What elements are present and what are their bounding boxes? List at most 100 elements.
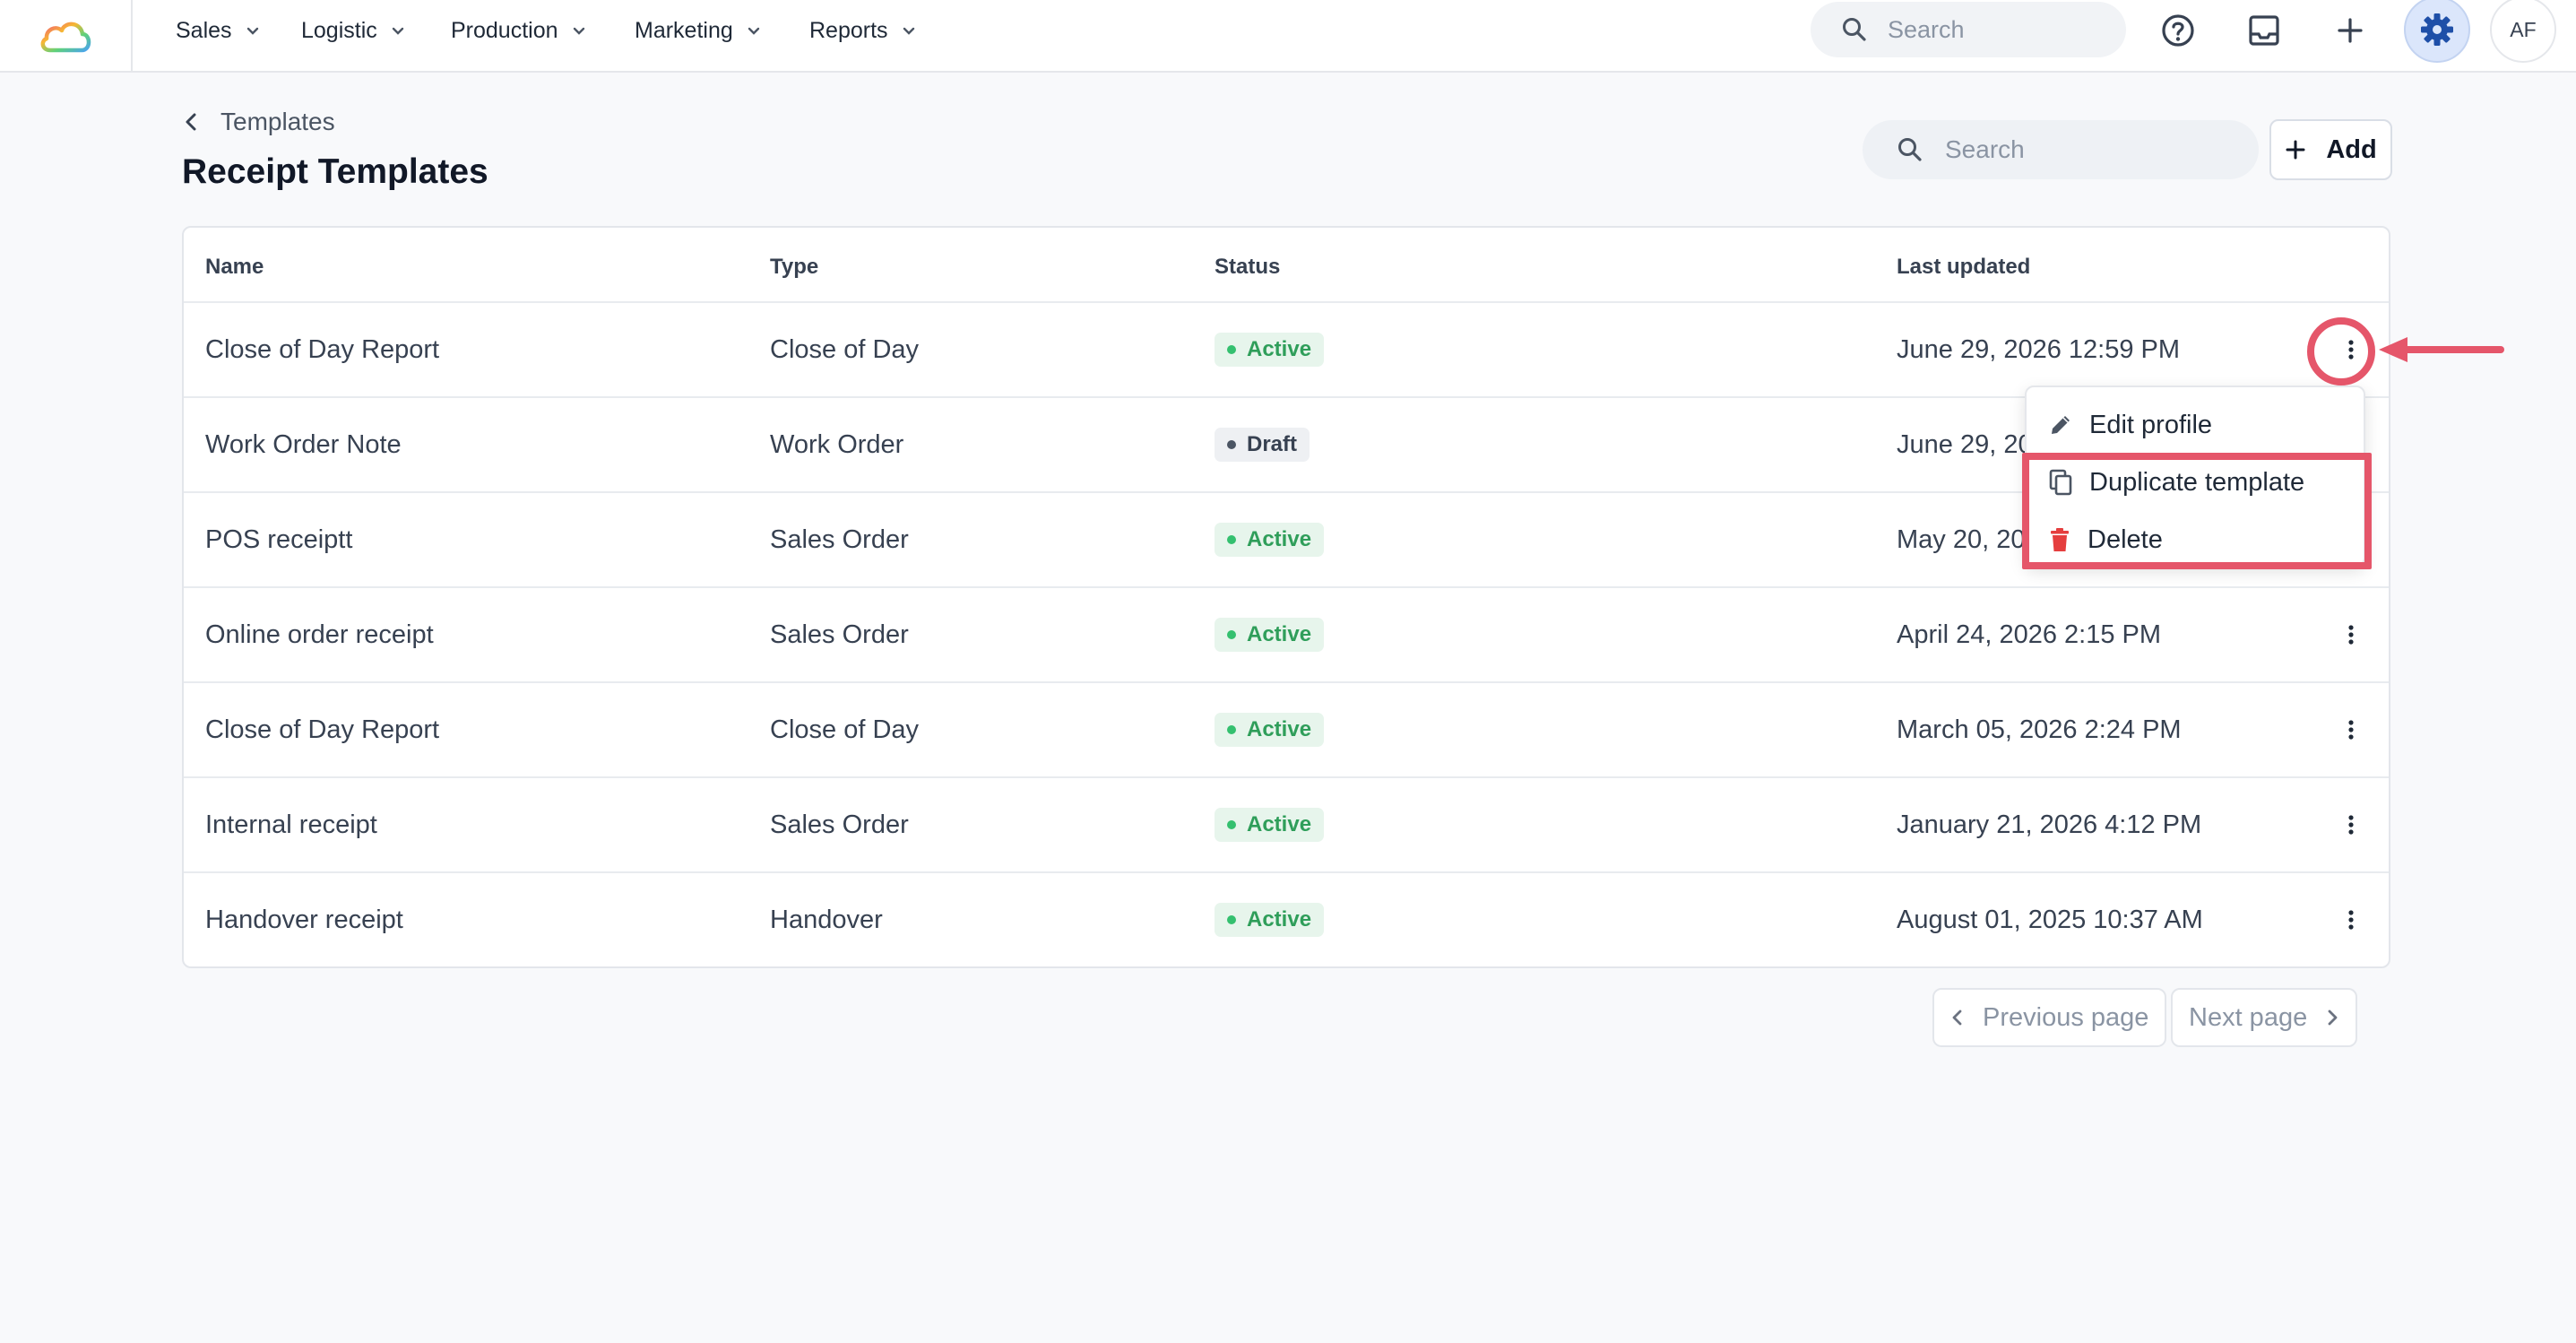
table-row[interactable]: Handover receipt Handover Active August … xyxy=(184,871,2389,966)
nav-production-label: Production xyxy=(451,17,558,43)
more-vertical-icon xyxy=(2348,720,2354,740)
template-type: Work Order xyxy=(770,429,904,459)
more-vertical-icon xyxy=(2348,910,2354,930)
status-badge: Active xyxy=(1215,713,1325,747)
status-dot xyxy=(1227,535,1236,544)
chevron-down-icon xyxy=(573,27,584,35)
menu-item-label: Duplicate template xyxy=(2089,467,2305,497)
status-badge: Active xyxy=(1215,523,1325,557)
next-page-label: Next page xyxy=(2189,1002,2308,1032)
chevron-left-icon xyxy=(186,113,196,131)
nav-sales[interactable]: Sales xyxy=(176,0,261,61)
template-name[interactable]: POS receiptt xyxy=(205,493,352,586)
template-type: Sales Order xyxy=(770,524,909,554)
menu-item-duplicate-template[interactable]: Duplicate template xyxy=(2048,463,2304,502)
template-type: Close of Day xyxy=(770,334,920,364)
last-updated: May 20, 202 xyxy=(1897,524,2040,554)
template-name[interactable]: Work Order Note xyxy=(205,398,402,491)
column-header-last-updated[interactable]: Last updated xyxy=(1897,255,2030,280)
status-text: Active xyxy=(1247,622,1312,646)
trash-icon xyxy=(2051,528,2069,551)
menu-item-edit-profile[interactable]: Edit profile xyxy=(2048,405,2212,445)
column-header-name[interactable]: Name xyxy=(205,255,264,280)
row-actions-button[interactable] xyxy=(2328,897,2374,943)
breadcrumb-label: Templates xyxy=(220,108,335,135)
help-circle-icon xyxy=(2162,14,2194,47)
template-name[interactable]: Internal receipt xyxy=(205,778,377,871)
app-logo[interactable] xyxy=(0,0,133,71)
more-vertical-icon xyxy=(2348,340,2354,360)
templates-search[interactable] xyxy=(1863,120,2259,179)
column-header-type[interactable]: Type xyxy=(770,255,818,280)
chevron-right-icon xyxy=(2328,1009,2338,1026)
inbox-button[interactable] xyxy=(2237,4,2291,57)
row-actions-button[interactable] xyxy=(2328,611,2374,658)
top-navigation-bar: Sales Logistic Production Marketing Repo… xyxy=(0,0,2576,73)
template-type: Sales Order xyxy=(770,620,909,649)
table-row[interactable]: Online order receipt Sales Order Active … xyxy=(184,586,2389,681)
nav-marketing[interactable]: Marketing xyxy=(635,0,762,61)
chevron-left-icon xyxy=(1952,1009,1962,1026)
last-updated: April 24, 2026 2:15 PM xyxy=(1897,620,2162,649)
status-badge: Active xyxy=(1215,903,1325,937)
nav-production[interactable]: Production xyxy=(451,0,587,61)
status-dot xyxy=(1227,725,1236,734)
row-actions-menu: Edit profile Duplicate template Delete xyxy=(2025,386,2365,567)
add-template-button[interactable]: Add xyxy=(2269,119,2392,180)
nav-logistic[interactable]: Logistic xyxy=(301,0,406,61)
status-text: Active xyxy=(1247,907,1312,931)
last-updated: March 05, 2026 2:24 PM xyxy=(1897,715,2182,744)
last-updated: January 21, 2026 4:12 PM xyxy=(1897,810,2202,839)
table-row[interactable]: Close of Day Report Close of Day Active … xyxy=(184,301,2389,396)
status-cell: Active xyxy=(1215,303,1325,396)
plus-icon xyxy=(2286,140,2305,160)
row-actions-button[interactable] xyxy=(2328,326,2374,373)
table-row[interactable]: Close of Day Report Close of Day Active … xyxy=(184,681,2389,776)
templates-search-input[interactable] xyxy=(1945,135,2232,164)
template-name[interactable]: Online order receipt xyxy=(205,588,434,681)
status-dot xyxy=(1227,440,1236,449)
status-text: Active xyxy=(1247,717,1312,741)
template-name[interactable]: Close of Day Report xyxy=(205,303,439,396)
last-updated: June 29, 2026 12:59 PM xyxy=(1897,334,2181,364)
status-dot xyxy=(1227,820,1236,829)
gear-icon xyxy=(2421,13,2453,46)
add-button-label: Add xyxy=(2326,134,2377,164)
table-row[interactable]: Internal receipt Sales Order Active Janu… xyxy=(184,776,2389,871)
templates-table: Name Type Status Last updated Close of D… xyxy=(182,226,2390,968)
more-vertical-icon xyxy=(2348,815,2354,835)
annotation-arrow-icon xyxy=(2379,337,2504,362)
template-name[interactable]: Close of Day Report xyxy=(205,683,439,776)
template-type: Sales Order xyxy=(770,810,909,839)
cloud-logo-icon xyxy=(40,22,91,52)
template-type: Handover xyxy=(770,905,883,934)
settings-button[interactable] xyxy=(2404,0,2470,63)
nav-reports[interactable]: Reports xyxy=(809,0,917,61)
pencil-icon xyxy=(2052,416,2070,434)
status-badge: Active xyxy=(1215,618,1325,652)
template-name[interactable]: Handover receipt xyxy=(205,873,403,966)
chevron-down-icon xyxy=(903,27,914,35)
global-search-input[interactable] xyxy=(1888,15,2112,44)
help-button[interactable] xyxy=(2151,4,2205,57)
previous-page-button[interactable]: Previous page xyxy=(1932,988,2167,1047)
breadcrumb-back-link[interactable]: Templates xyxy=(183,104,335,140)
status-badge: Active xyxy=(1215,808,1325,842)
next-page-button[interactable]: Next page xyxy=(2171,988,2358,1047)
page-title: Receipt Templates xyxy=(182,152,488,191)
create-button[interactable] xyxy=(2323,4,2377,57)
chevron-down-icon xyxy=(392,27,403,35)
status-text: Active xyxy=(1247,337,1312,361)
status-badge: Active xyxy=(1215,333,1325,367)
row-actions-button[interactable] xyxy=(2328,706,2374,753)
avatar-initials: AF xyxy=(2510,17,2537,41)
previous-page-label: Previous page xyxy=(1983,1002,2149,1032)
row-actions-button[interactable] xyxy=(2328,801,2374,848)
global-search[interactable] xyxy=(1811,2,2126,57)
column-header-status[interactable]: Status xyxy=(1215,255,1280,280)
user-avatar[interactable]: AF xyxy=(2490,0,2556,63)
menu-item-delete[interactable]: Delete xyxy=(2048,520,2163,559)
status-text: Active xyxy=(1247,812,1312,836)
status-cell: Active xyxy=(1215,588,1325,681)
status-text: Active xyxy=(1247,527,1312,551)
